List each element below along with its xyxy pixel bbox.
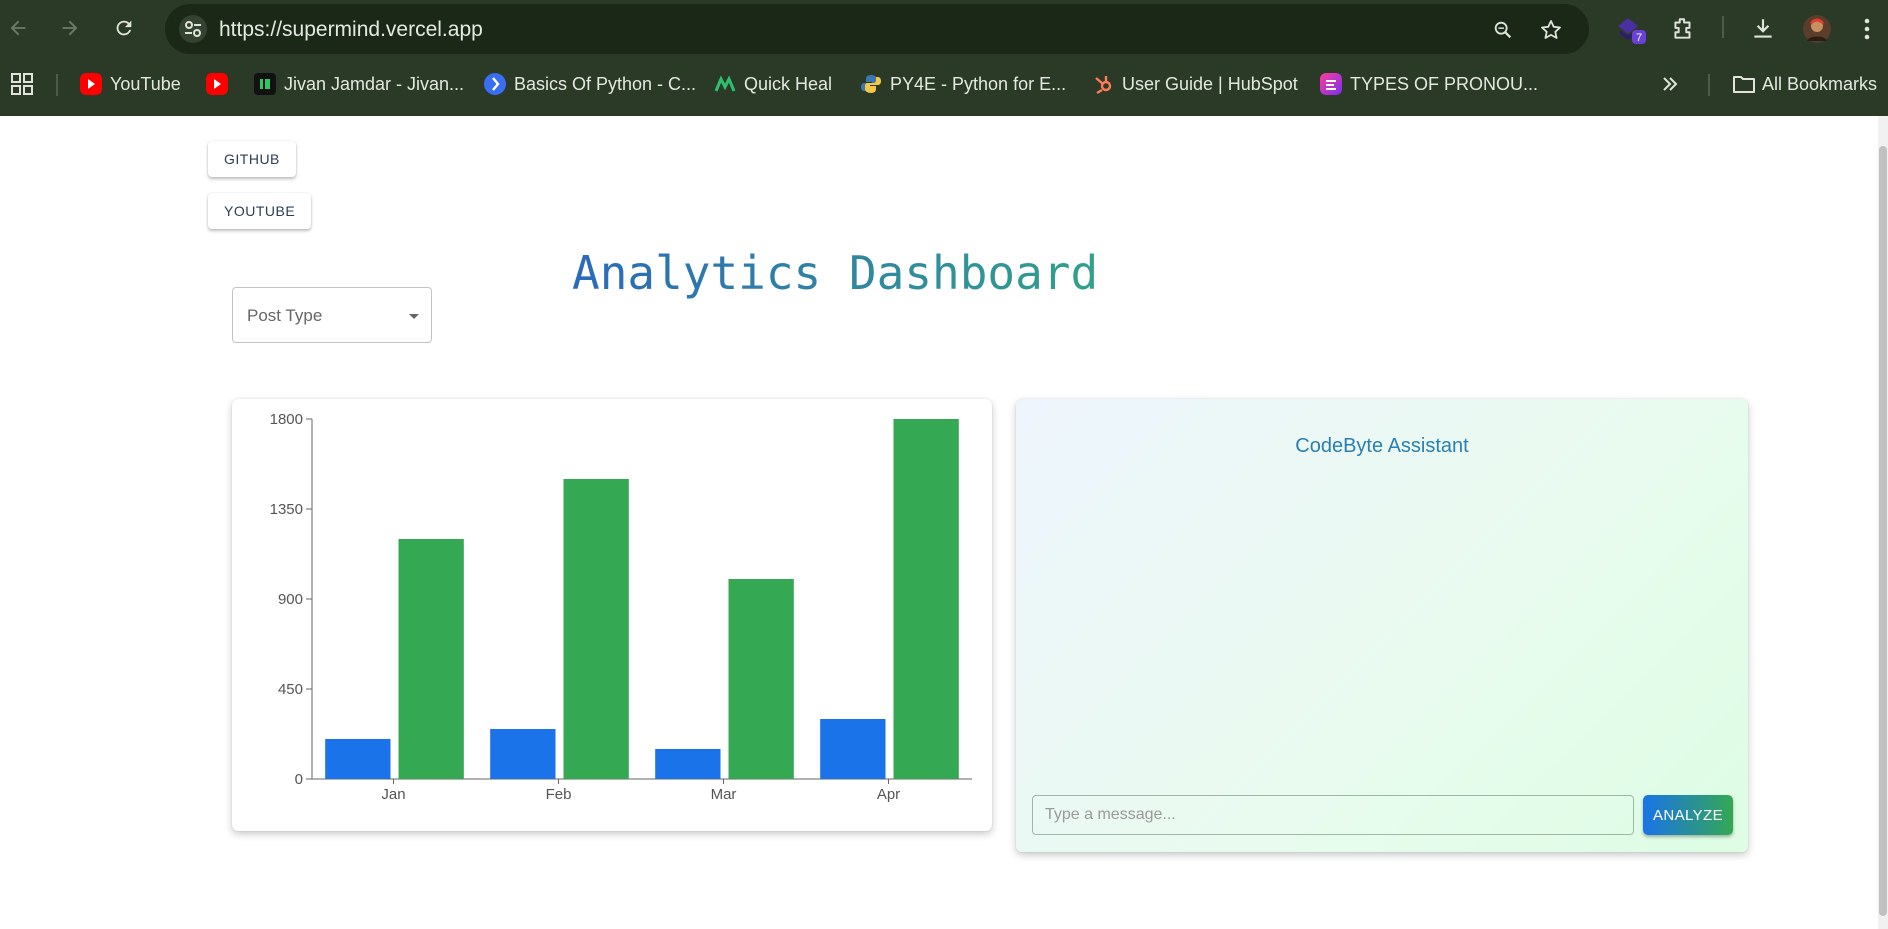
x-tick-label: Mar [711,786,737,803]
chevron-down-icon [409,314,419,319]
hubspot-icon [1092,73,1114,95]
hackerrank-icon [254,73,276,95]
bookmark-types-of-pronouns[interactable]: TYPES OF PRONOU... [1320,70,1538,98]
bookmark-divider [1708,74,1710,96]
apps-grid-icon[interactable] [10,70,34,98]
extension-badge: 7 [1636,32,1642,44]
y-tick-label: 0 [295,771,303,788]
bookmark-label: TYPES OF PRONOU... [1350,73,1539,94]
bar-mar-series-2 [728,579,794,779]
youtube-button[interactable]: YOUTUBE [208,193,312,229]
folder-icon [1732,73,1755,95]
chart-card: 0 450 900 1350 1800 Jan Feb Mar Apr [232,399,992,831]
bookmark-label: Jivan Jamdar - Jivan... [284,73,465,94]
toolbar-divider [1722,16,1724,38]
assistant-panel: CodeByte Assistant ANALYZE [1016,399,1748,852]
bookmark-hubspot[interactable]: User Guide | HubSpot [1092,70,1298,98]
page-content: GITHUB YOUTUBE Analytics Dashboard Post … [0,116,1888,929]
message-input[interactable] [1032,795,1634,835]
assistant-title: CodeByte Assistant [1295,435,1469,457]
more-bookmarks-icon[interactable] [1660,70,1680,98]
bar-feb-series-2 [563,479,629,779]
all-bookmarks[interactable]: All Bookmarks [1732,70,1877,98]
bookmarks-bar: YouTube Jivan Jamdar - Jivan... Basics O… [0,64,1888,104]
download-icon[interactable] [1746,12,1780,46]
bar-apr-series-2 [893,419,959,779]
extensions-puzzle-icon[interactable] [1666,12,1700,46]
y-tick-label: 450 [278,681,303,698]
bookmark-label: PY4E - Python for E... [890,73,1067,94]
bookmark-quick-heal[interactable]: Quick Heal [714,70,832,98]
extension-icon[interactable]: 7 [1614,12,1648,46]
bookmark-youtube-2[interactable] [206,70,228,98]
bookmark-youtube[interactable]: YouTube [80,70,181,98]
forward-icon[interactable] [54,12,86,44]
bookmark-py4e[interactable]: PY4E - Python for E... [860,70,1066,98]
scrollbar-thumb[interactable] [1879,146,1887,916]
y-tick-label: 900 [278,591,303,608]
ltk-icon [1320,73,1342,95]
bar-jan-series-2 [398,539,464,779]
reload-icon[interactable] [108,12,140,44]
x-tick-label: Jan [381,786,405,803]
address-bar[interactable]: https://supermind.vercel.app [165,4,1589,54]
url-text[interactable]: https://supermind.vercel.app [219,18,483,42]
y-tick-label: 1800 [270,411,303,428]
bookmark-label: YouTube [110,73,181,94]
course-icon [484,73,506,95]
profile-avatar[interactable] [1800,12,1834,46]
bar-mar-series-1 [655,749,721,779]
post-type-select[interactable]: Post Type [232,287,432,343]
all-bookmarks-label: All Bookmarks [1762,73,1878,94]
bar-feb-series-1 [490,729,556,779]
y-tick-label: 1350 [270,501,303,518]
analyze-button[interactable]: ANALYZE [1643,795,1733,835]
bookmark-label: User Guide | HubSpot [1122,73,1298,94]
bookmark-divider [56,74,58,96]
scrollbar[interactable] [1878,116,1888,929]
python-icon [860,73,882,95]
menu-dots-icon[interactable] [1850,12,1884,46]
youtube-icon [206,73,228,95]
page-title: Analytics Dashboard [572,246,1099,300]
x-tick-label: Feb [546,786,572,803]
github-button[interactable]: GITHUB [208,141,296,177]
post-type-label: Post Type [247,306,323,325]
youtube-icon [80,73,102,95]
bar-apr-series-1 [820,719,886,779]
x-tick-label: Apr [877,786,900,803]
back-icon[interactable] [2,12,34,44]
zoom-icon[interactable] [1489,16,1517,44]
bookmark-label: Basics Of Python - C... [514,73,697,94]
bookmark-jivan-jamdar[interactable]: Jivan Jamdar - Jivan... [254,70,464,98]
bar-chart: 0 450 900 1350 1800 Jan Feb Mar Apr [270,411,972,803]
bookmark-star-icon[interactable] [1537,16,1565,44]
bookmark-label: Quick Heal [744,73,833,94]
browser-chrome: https://supermind.vercel.app 7 YouTube J… [0,0,1888,116]
site-info-icon[interactable] [179,15,207,43]
bar-jan-series-1 [325,739,391,779]
bookmark-basics-of-python[interactable]: Basics Of Python - C... [484,70,696,98]
quick-heal-icon [714,73,736,95]
